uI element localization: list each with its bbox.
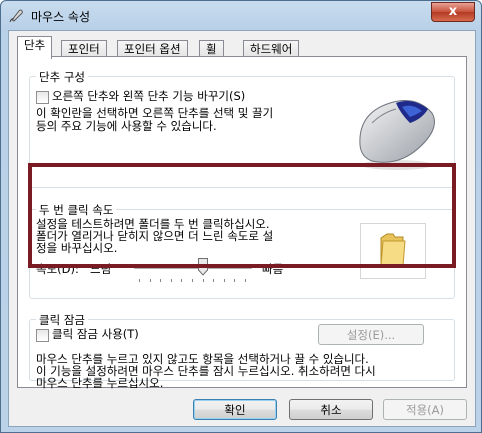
speed-label: 속도(D):: [36, 262, 79, 276]
slider-thumb[interactable]: [197, 258, 208, 276]
ok-button[interactable]: 확인: [193, 399, 277, 420]
slider-tick: [160, 279, 162, 282]
fast-label: 빠름: [262, 262, 284, 276]
mouse-illustration-icon: [359, 100, 435, 170]
cancel-button[interactable]: 취소: [289, 399, 373, 420]
mouse-icon: [9, 9, 23, 23]
click-lock-desc-3: 마우스 단추를 누르십시오.: [36, 376, 164, 390]
button-config-legend: 단추 구성: [36, 69, 88, 85]
click-lock-checkbox[interactable]: [36, 329, 49, 342]
double-click-speed-group: 두 번 클릭 속도 설정을 테스트하려면 폴더를 두 번 클릭하십시오. 폴더가…: [29, 202, 455, 299]
swap-buttons-checkbox[interactable]: [36, 91, 49, 104]
mouse-properties-window: 마우스 속성 x 단추 포인터 포인터 옵션 휠 하드웨어 단추 구성 오른쪽 …: [0, 0, 482, 433]
slider-tick: [245, 279, 246, 282]
click-lock-group: 클릭 잠금 클릭 잠금 사용(T) 설정(E)... 마우스 단추를 누르고 있…: [29, 312, 455, 390]
dialog-client: 단추 포인터 포인터 옵션 휠 하드웨어 단추 구성 오른쪽 단추와 왼쪽 단추…: [8, 30, 476, 427]
slider-track: [134, 264, 252, 269]
slider-tick: [202, 279, 204, 282]
swap-buttons-label[interactable]: 오른쪽 단추와 왼쪽 단추 기능 바꾸기(S): [52, 90, 245, 103]
slider-tick: [149, 279, 151, 282]
double-click-legend: 두 번 클릭 속도: [36, 202, 117, 218]
double-click-desc-3: 정을 바꾸십시오.: [36, 241, 118, 255]
slider-tick: [234, 279, 236, 282]
buttons-panel: 단추 구성 오른쪽 단추와 왼쪽 단추 기능 바꾸기(S) 이 확인란을 선택하…: [17, 56, 467, 390]
click-lock-label[interactable]: 클릭 잠금 사용(T): [52, 328, 139, 341]
window-title: 마우스 속성: [31, 10, 91, 24]
slider-tick: [223, 279, 225, 282]
slider-tick: [170, 279, 172, 282]
title-bar[interactable]: 마우스 속성 x: [1, 1, 481, 29]
button-config-desc-2: 등의 주요 기능에 사용할 수 있습니다.: [36, 119, 217, 133]
slider-tick: [192, 279, 193, 282]
tab-buttons[interactable]: 단추: [17, 36, 53, 59]
double-click-test-area[interactable]: [360, 223, 426, 279]
slow-label: 느림: [90, 262, 112, 276]
double-click-speed-slider[interactable]: [134, 258, 252, 284]
slider-tick: [181, 279, 183, 282]
close-button[interactable]: x: [431, 2, 475, 22]
apply-button[interactable]: 적용(A): [383, 399, 467, 420]
slider-tick: [139, 279, 140, 282]
click-lock-settings-button[interactable]: 설정(E)...: [318, 324, 424, 345]
folder-icon[interactable]: [379, 232, 407, 268]
close-icon: x: [448, 4, 458, 19]
button-config-group: 단추 구성 오른쪽 단추와 왼쪽 단추 기능 바꾸기(S) 이 확인란을 선택하…: [29, 69, 455, 188]
slider-tick: [213, 279, 215, 282]
click-lock-legend: 클릭 잠금: [36, 312, 88, 328]
